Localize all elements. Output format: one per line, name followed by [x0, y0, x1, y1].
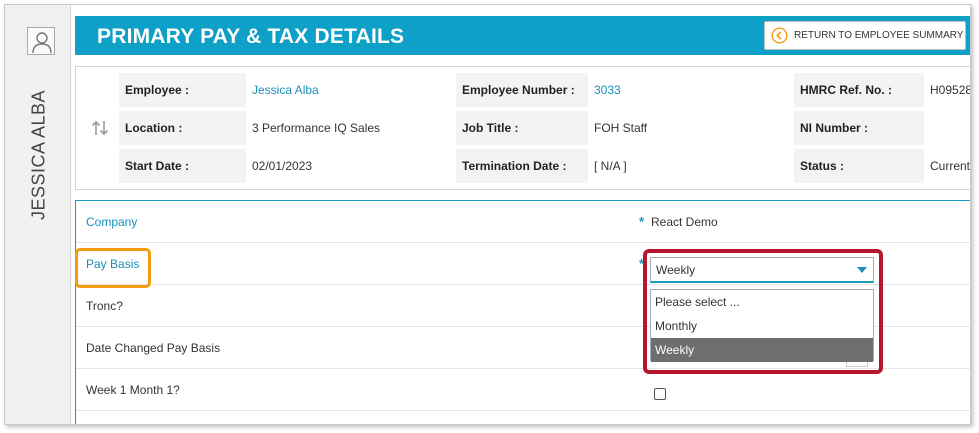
- employee-number-value[interactable]: 3033: [588, 73, 794, 107]
- employee-label: Employee :: [119, 73, 246, 107]
- ni-number-label: NI Number :: [794, 111, 924, 145]
- company-value: React Demo: [651, 215, 718, 229]
- tronc-label: Tronc?: [86, 299, 123, 313]
- start-date-value: 02/01/2023: [252, 159, 313, 173]
- status-label: Status :: [794, 149, 924, 183]
- required-marker: *: [639, 214, 645, 229]
- start-date-label: Start Date :: [119, 149, 246, 183]
- termination-date-label: Termination Date :: [456, 149, 588, 183]
- status-value: Current: [930, 159, 971, 173]
- pay-basis-label-highlight: [75, 248, 151, 288]
- employee-name-vertical: JESSICA ALBA: [19, 85, 59, 245]
- page-header: PRIMARY PAY & TAX DETAILS RETURN TO EMPL…: [75, 16, 970, 55]
- chevron-left-circle-icon: [771, 27, 788, 44]
- employee-name-text: JESSICA ALBA: [28, 89, 49, 221]
- termination-date-value: [ N/A ]: [594, 159, 627, 173]
- week1-month1-row: Week 1 Month 1?: [76, 369, 970, 411]
- week1-month1-checkbox[interactable]: [654, 388, 666, 400]
- location-value: 3 Performance IQ Sales: [252, 121, 381, 135]
- pay-basis-dropdown-highlight: [643, 249, 883, 374]
- hmrc-ref-label: HMRC Ref. No. :: [794, 73, 924, 107]
- return-to-summary-button[interactable]: RETURN TO EMPLOYEE SUMMARY: [764, 21, 966, 50]
- employee-value[interactable]: Jessica Alba: [246, 73, 456, 107]
- page-title: PRIMARY PAY & TAX DETAILS: [97, 25, 405, 48]
- return-button-label: RETURN TO EMPLOYEE SUMMARY: [794, 30, 964, 41]
- ni-number-value: [924, 111, 970, 145]
- employee-number-label: Employee Number :: [456, 73, 588, 107]
- swap-vertical-icon[interactable]: [90, 119, 110, 137]
- job-title-value: FOH Staff: [594, 121, 648, 135]
- week1-month1-label: Week 1 Month 1?: [86, 383, 180, 397]
- job-title-label: Job Title :: [456, 111, 588, 145]
- hmrc-ref-value: H09528: [930, 83, 971, 97]
- employee-info-panel: Employee : Jessica Alba Employee Number …: [75, 66, 971, 190]
- date-changed-label: Date Changed Pay Basis: [86, 341, 221, 355]
- user-icon[interactable]: [27, 27, 55, 55]
- company-label[interactable]: Company: [86, 215, 137, 229]
- employee-sidebar: JESSICA ALBA: [5, 5, 71, 424]
- location-label: Location :: [119, 111, 246, 145]
- company-row: Company * React Demo: [76, 201, 970, 243]
